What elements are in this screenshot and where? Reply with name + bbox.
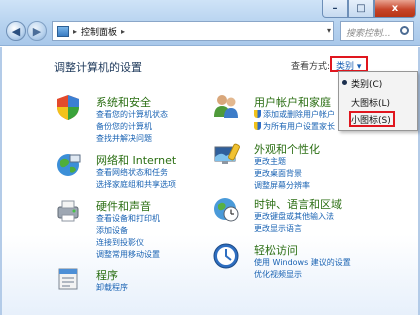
category-link[interactable]: 添加设备 bbox=[96, 225, 128, 236]
menu-item-category[interactable]: 类别(C) bbox=[351, 77, 382, 90]
category-link-text: 添加或删除用户帐户 bbox=[263, 110, 335, 119]
view-by-label: 查看方式: bbox=[291, 62, 331, 72]
category-link[interactable]: 选择家庭组和共享选项 bbox=[96, 179, 176, 190]
category-title[interactable]: 外观和个性化 bbox=[254, 141, 320, 157]
appearance-icon[interactable] bbox=[212, 141, 240, 169]
category-link[interactable]: 查看设备和打印机 bbox=[96, 213, 160, 224]
category-title[interactable]: 系统和安全 bbox=[96, 94, 151, 110]
hardware-sound-icon[interactable] bbox=[54, 197, 82, 225]
category-link[interactable]: 查看您的计算机状态 bbox=[96, 109, 168, 120]
view-by-dropdown[interactable]: 类别 ▾ bbox=[330, 56, 368, 72]
search-input[interactable]: 搜索控制... bbox=[340, 21, 414, 41]
category-title[interactable]: 轻松访问 bbox=[254, 242, 298, 258]
clock-language-icon[interactable] bbox=[212, 195, 240, 223]
category-title[interactable]: 硬件和声音 bbox=[96, 198, 151, 214]
system-security-icon[interactable] bbox=[54, 93, 82, 121]
category-link[interactable]: 更改主题 bbox=[254, 156, 286, 167]
category-title[interactable]: 时钟、语言和区域 bbox=[254, 196, 342, 212]
control-panel-icon bbox=[57, 25, 69, 37]
category-link[interactable]: 调整屏幕分辨率 bbox=[254, 180, 310, 191]
category-link[interactable]: 查看网络状态和任务 bbox=[96, 167, 168, 178]
window-controls: – □ x bbox=[322, 0, 416, 18]
category-title[interactable]: 用户帐户和家庭 bbox=[254, 94, 331, 110]
control-panel-content: 调整计算机的设置 查看方式: 类别 ▾ 系统和安全 查看您的计算机状态 备份您的… bbox=[0, 47, 420, 315]
back-button[interactable]: ◀ bbox=[6, 21, 26, 41]
arrow-right-icon: ▶ bbox=[32, 24, 42, 38]
arrow-left-icon: ◀ bbox=[11, 24, 21, 38]
forward-button[interactable]: ▶ bbox=[27, 21, 47, 41]
minimize-button[interactable]: – bbox=[322, 0, 348, 18]
search-placeholder: 搜索控制... bbox=[346, 29, 391, 39]
programs-icon[interactable] bbox=[54, 264, 82, 292]
category-link[interactable]: 使用 Windows 建议的设置 bbox=[254, 257, 351, 268]
view-by-menu: 类别(C) 大图标(L) 小图标(S) bbox=[338, 71, 418, 131]
chevron-right-icon[interactable]: ▸ bbox=[121, 27, 125, 36]
category-link[interactable]: 查找并解决问题 bbox=[96, 133, 152, 144]
uac-shield-icon bbox=[254, 122, 261, 130]
category-title[interactable]: 网络和 Internet bbox=[96, 152, 176, 168]
user-accounts-icon[interactable] bbox=[212, 91, 240, 119]
maximize-button[interactable]: □ bbox=[348, 0, 374, 18]
ease-of-access-icon[interactable] bbox=[212, 242, 240, 270]
uac-shield-icon bbox=[254, 110, 261, 118]
category-link[interactable]: 备份您的计算机 bbox=[96, 121, 152, 132]
category-link[interactable]: 卸载程序 bbox=[96, 282, 128, 293]
category-link[interactable]: 更改键盘或其他输入法 bbox=[254, 211, 334, 222]
menu-item-large-icons[interactable]: 大图标(L) bbox=[351, 96, 390, 109]
category-title[interactable]: 程序 bbox=[96, 267, 118, 283]
category-link[interactable]: 优化视频显示 bbox=[254, 269, 302, 280]
title-bar: – □ x ◀ ▶ ▸ 控制面板 ▸ ▾ 搜索控制... bbox=[0, 0, 420, 46]
category-link[interactable]: 连接到投影仪 bbox=[96, 237, 144, 248]
page-title: 调整计算机的设置 bbox=[54, 61, 142, 74]
network-icon[interactable] bbox=[54, 151, 82, 179]
category-link[interactable]: 更改桌面背景 bbox=[254, 168, 302, 179]
address-bar[interactable]: ▸ 控制面板 ▸ ▾ bbox=[52, 21, 334, 41]
close-button[interactable]: x bbox=[374, 0, 416, 18]
radio-dot-icon bbox=[342, 80, 347, 85]
search-icon[interactable] bbox=[400, 26, 409, 35]
category-link-text: 为所有用户设置家长 bbox=[263, 122, 335, 131]
highlight-box bbox=[349, 111, 395, 127]
category-link[interactable]: 调整常用移动设置 bbox=[96, 249, 160, 260]
chevron-down-icon[interactable]: ▾ bbox=[327, 26, 331, 35]
category-link[interactable]: 更改显示语言 bbox=[254, 223, 302, 234]
chevron-right-icon[interactable]: ▸ bbox=[73, 27, 77, 36]
category-link[interactable]: 添加或删除用户帐户 bbox=[254, 109, 335, 120]
breadcrumb[interactable]: 控制面板 bbox=[81, 25, 117, 38]
category-link[interactable]: 为所有用户设置家长 bbox=[254, 121, 335, 132]
